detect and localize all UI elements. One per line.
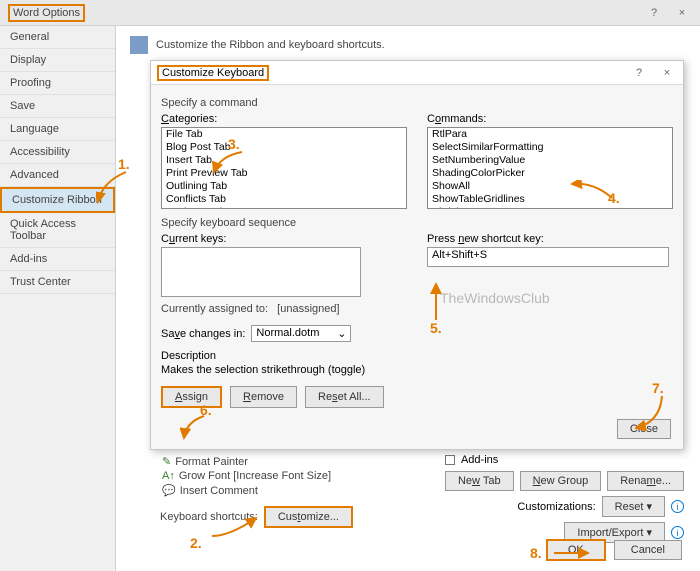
- list-item[interactable]: File Tab: [162, 128, 406, 141]
- assigned-value: [unassigned]: [277, 303, 339, 315]
- description-label: Description: [161, 350, 673, 362]
- addins-checkbox[interactable]: [445, 455, 455, 465]
- dialog-close-icon[interactable]: ×: [657, 67, 677, 79]
- sidebar: General Display Proofing Save Language A…: [0, 26, 116, 571]
- sidebar-item-proofing[interactable]: Proofing: [0, 72, 115, 95]
- sidebar-item-accessibility[interactable]: Accessibility: [0, 141, 115, 164]
- addins-label: Add-ins: [461, 454, 498, 466]
- list-item[interactable]: Blog Post Tab: [162, 141, 406, 154]
- list-item[interactable]: SelectSimilarFormatting: [428, 141, 672, 154]
- list-item[interactable]: ShowAll: [428, 180, 672, 193]
- sidebar-item-display[interactable]: Display: [0, 49, 115, 72]
- dialog-help-icon[interactable]: ?: [629, 67, 649, 79]
- sidebar-item-save[interactable]: Save: [0, 95, 115, 118]
- info-icon[interactable]: i: [671, 500, 684, 513]
- main-titlebar: Word Options ? ×: [0, 0, 700, 26]
- ok-button[interactable]: OK: [546, 539, 606, 561]
- assigned-label: Currently assigned to:: [161, 303, 268, 315]
- remove-button[interactable]: Remove: [230, 386, 297, 408]
- ribbon-desc: Customize the Ribbon and keyboard shortc…: [156, 39, 385, 51]
- sidebar-item-trust-center[interactable]: Trust Center: [0, 271, 115, 294]
- info-icon[interactable]: i: [671, 526, 684, 539]
- current-keys-label: Current keys:: [161, 233, 407, 245]
- reset-button[interactable]: Reset ▾: [602, 496, 665, 517]
- section-keyboard-sequence: Specify keyboard sequence: [161, 217, 673, 229]
- list-item[interactable]: SetNumberingValue: [428, 154, 672, 167]
- list-item[interactable]: Background: [162, 206, 406, 208]
- list-item[interactable]: RtlPara: [428, 128, 672, 141]
- sidebar-item-addins[interactable]: Add-ins: [0, 248, 115, 271]
- dialog-close-button[interactable]: Close: [617, 419, 671, 439]
- ribbon-icon: [130, 36, 148, 54]
- keyboard-shortcuts-label: Keyboard shortcuts:: [160, 511, 258, 523]
- dialog-title: Customize Keyboard: [157, 65, 269, 81]
- list-item[interactable]: Conflicts Tab: [162, 193, 406, 206]
- save-changes-combo[interactable]: Normal.dotm ⌄: [251, 325, 351, 342]
- list-item[interactable]: ShrinkFont: [428, 206, 672, 208]
- list-item[interactable]: Outlining Tab: [162, 180, 406, 193]
- reset-all-button[interactable]: Reset All...: [305, 386, 384, 408]
- chevron-down-icon: ⌄: [337, 327, 346, 340]
- rename-button[interactable]: Rename...: [607, 471, 684, 491]
- cancel-button[interactable]: Cancel: [614, 540, 682, 560]
- sidebar-item-qat[interactable]: Quick Access Toolbar: [0, 213, 115, 248]
- sidebar-item-advanced[interactable]: Advanced: [0, 164, 115, 187]
- categories-listbox[interactable]: File Tab Blog Post Tab Insert Tab Print …: [161, 127, 407, 209]
- save-changes-label: Save changes in:: [161, 328, 245, 340]
- list-item[interactable]: Insert Tab: [162, 154, 406, 167]
- sidebar-item-general[interactable]: General: [0, 26, 115, 49]
- description-text: Makes the selection strikethrough (toggl…: [161, 364, 673, 376]
- main-title: Word Options: [8, 4, 85, 22]
- insert-comment-icon: 💬: [162, 484, 176, 497]
- current-keys-listbox[interactable]: [161, 247, 361, 297]
- customize-button[interactable]: Customize...: [264, 506, 353, 528]
- list-item[interactable]: ShadingColorPicker: [428, 167, 672, 180]
- assign-button[interactable]: Assign: [161, 386, 222, 408]
- list-item[interactable]: ShowTableGridlines: [428, 193, 672, 206]
- commands-label: Commands:: [427, 113, 673, 125]
- format-painter-icon: ✎: [162, 455, 171, 468]
- list-item[interactable]: Print Preview Tab: [162, 167, 406, 180]
- sidebar-item-language[interactable]: Language: [0, 118, 115, 141]
- new-tab-button[interactable]: New Tab: [445, 471, 514, 491]
- section-specify-command: Specify a command: [161, 97, 673, 109]
- help-icon[interactable]: ?: [644, 7, 664, 19]
- commands-listbox[interactable]: RtlPara SelectSimilarFormatting SetNumbe…: [427, 127, 673, 209]
- sidebar-item-customize-ribbon[interactable]: Customize Ribbon: [0, 187, 115, 213]
- customizations-label: Customizations:: [517, 501, 595, 513]
- press-new-label: Press new shortcut key:: [427, 233, 673, 245]
- customize-keyboard-dialog: Customize Keyboard ? × Specify a command…: [150, 60, 684, 450]
- grow-font-icon: A↑: [162, 470, 175, 482]
- new-shortcut-input[interactable]: Alt+Shift+S: [427, 247, 669, 267]
- save-changes-value: Normal.dotm: [256, 327, 319, 340]
- categories-label: Categories:: [161, 113, 407, 125]
- close-icon[interactable]: ×: [672, 7, 692, 19]
- new-group-button[interactable]: New Group: [520, 471, 602, 491]
